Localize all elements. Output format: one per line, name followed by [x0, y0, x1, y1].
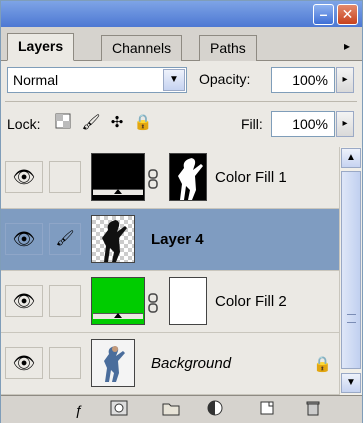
lock-position-icon[interactable]: ✣: [107, 113, 127, 133]
eye-icon[interactable]: 👁: [5, 161, 43, 193]
delete-layer-icon[interactable]: [301, 400, 325, 420]
fill-slider-button[interactable]: ▸: [336, 111, 354, 137]
layer-name: Layer 4: [151, 231, 204, 248]
chain-icon[interactable]: [148, 169, 158, 192]
link-cell[interactable]: [49, 161, 81, 193]
layer-row-background[interactable]: 👁 Background 🔒: [1, 333, 339, 395]
blend-mode-value: Normal: [13, 72, 59, 88]
brush-icon[interactable]: 🖌: [49, 223, 81, 255]
layer-row-layer-4[interactable]: 👁 🖌 Layer 4: [1, 209, 339, 271]
palette-tabs: Layers Channels Paths ▸: [1, 27, 362, 61]
opacity-label: Opacity:: [199, 71, 251, 87]
lock-all-icon[interactable]: 🔒: [133, 113, 153, 133]
tab-layers[interactable]: Layers: [7, 33, 75, 61]
link-cell[interactable]: [49, 285, 81, 317]
layers-scrollbar[interactable]: ▲ ▼: [339, 147, 362, 395]
blend-mode-select[interactable]: Normal ▼: [7, 67, 187, 93]
scroll-up-button[interactable]: ▲: [341, 148, 361, 168]
new-group-icon[interactable]: [159, 400, 183, 420]
layer-row-color-fill-1[interactable]: 👁 Color Fill 1: [1, 147, 339, 209]
minimize-button[interactable]: –: [313, 4, 334, 25]
background-thumbnail[interactable]: [91, 339, 135, 387]
lock-label: Lock:: [7, 116, 41, 132]
layers-toolbar: ƒ: [1, 395, 362, 423]
divider: [5, 101, 357, 102]
title-bar[interactable]: – ✕: [1, 1, 362, 27]
close-button[interactable]: ✕: [337, 4, 358, 25]
layer-controls: Normal ▼ Opacity: 100% ▸ Lock: 🖌 ✣ 🔒 Fil…: [1, 61, 362, 147]
mask-thumbnail[interactable]: [169, 153, 207, 201]
chevron-down-icon[interactable]: ▼: [163, 69, 185, 91]
add-mask-icon[interactable]: [107, 400, 131, 420]
layer-thumbnail[interactable]: [91, 215, 135, 263]
tab-paths[interactable]: Paths: [199, 35, 257, 61]
link-cell[interactable]: [49, 347, 81, 379]
new-layer-icon[interactable]: [255, 400, 279, 420]
opacity-slider-button[interactable]: ▸: [336, 67, 354, 93]
eye-icon[interactable]: 👁: [5, 285, 43, 317]
eye-icon[interactable]: 👁: [5, 223, 43, 255]
layer-name: Color Fill 1: [215, 169, 287, 186]
palette-menu-icon[interactable]: ▸: [344, 39, 350, 53]
layers-palette: – ✕ Layers Channels Paths ▸ Normal ▼ Opa…: [0, 0, 363, 423]
layers-list: 👁 Color Fill 1 👁 🖌 Layer 4 👁 Color Fill …: [1, 147, 339, 395]
opacity-input[interactable]: 100%: [271, 67, 335, 93]
fill-indicator: [93, 189, 143, 195]
fill-label: Fill:: [241, 116, 263, 132]
eye-icon[interactable]: 👁: [5, 347, 43, 379]
tab-channels[interactable]: Channels: [101, 35, 183, 61]
chain-icon[interactable]: [148, 293, 158, 316]
layer-row-color-fill-2[interactable]: 👁 Color Fill 2: [1, 271, 339, 333]
fill-indicator: [93, 313, 143, 319]
lock-image-icon[interactable]: 🖌: [81, 113, 101, 133]
lock-icon: 🔒: [313, 356, 332, 373]
layer-name: Color Fill 2: [215, 293, 287, 310]
fill-input[interactable]: 100%: [271, 111, 335, 137]
scroll-down-button[interactable]: ▼: [341, 373, 361, 393]
mask-thumbnail[interactable]: [169, 277, 207, 325]
scroll-thumb[interactable]: [341, 171, 361, 369]
grip-icon: [347, 314, 356, 323]
layer-style-icon[interactable]: ƒ: [67, 400, 91, 420]
adjustment-layer-icon[interactable]: [203, 400, 227, 420]
layer-name: Background: [151, 355, 232, 372]
lock-transparent-icon[interactable]: [53, 113, 73, 133]
